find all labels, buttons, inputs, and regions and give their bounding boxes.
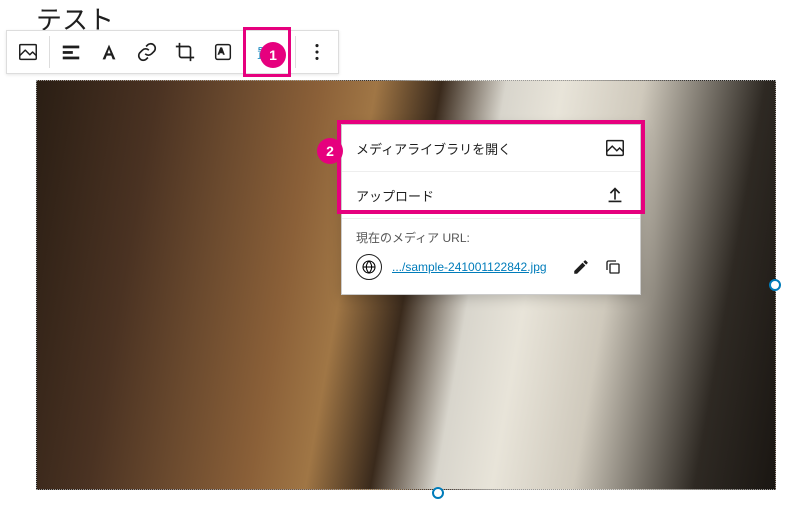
image-icon [17,41,39,63]
current-media-label: 現在のメディア URL: [356,229,626,246]
current-media-url-link[interactable]: .../sample-241001122842.jpg [392,260,558,274]
globe-icon [356,254,382,280]
open-media-library-item[interactable]: メディアライブラリを開く [342,125,640,172]
replace-dropdown: メディアライブラリを開く アップロード 現在のメディア URL: .../sam… [341,124,641,295]
text-overlay-icon [98,41,120,63]
resize-handle-bottom[interactable] [432,487,444,499]
open-media-library-label: メディアライブラリを開く [356,139,511,158]
edit-url-button[interactable] [568,254,594,280]
crop-icon [174,41,196,63]
text-overlay-button[interactable] [90,31,128,73]
resize-handle-right[interactable] [769,279,781,291]
duotone-button[interactable] [204,31,242,73]
crop-button[interactable] [166,31,204,73]
current-media-section: 現在のメディア URL: .../sample-241001122842.jpg [342,219,640,294]
image-icon [604,137,626,159]
more-options-button[interactable] [298,31,336,73]
link-icon [136,41,158,63]
block-type-button[interactable] [9,31,47,73]
upload-item[interactable]: アップロード [342,172,640,219]
annotation-badge-1: 1 [260,42,286,68]
block-toolbar: 置換 [6,30,339,74]
upload-label: アップロード [356,186,434,205]
copy-icon [604,258,622,276]
upload-icon [604,184,626,206]
copy-url-button[interactable] [600,254,626,280]
align-icon [60,41,82,63]
align-button[interactable] [52,31,90,73]
pencil-icon [572,258,590,276]
duotone-icon [212,41,234,63]
annotation-badge-2: 2 [317,138,343,164]
link-button[interactable] [128,31,166,73]
more-icon [306,41,328,63]
